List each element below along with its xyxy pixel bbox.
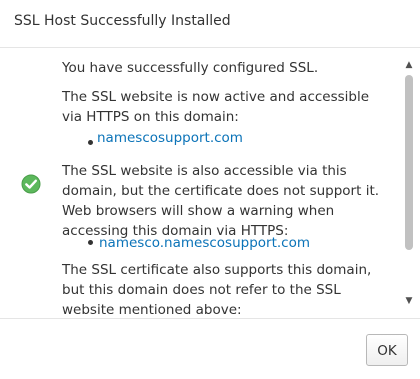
dialog-header: SSL Host Successfully Installed xyxy=(0,0,420,48)
intro-text: You have successfully configured SSL. xyxy=(62,60,319,76)
ssl-success-dialog: SSL Host Successfully Installed You have… xyxy=(0,0,420,379)
scrollbar-thumb[interactable] xyxy=(405,75,413,250)
certificate-supports-text: The SSL certificate also supports this d… xyxy=(62,262,372,318)
primary-domain-link[interactable]: namescosupport.com xyxy=(97,128,243,148)
bullet-dot xyxy=(88,240,93,245)
ok-button[interactable]: OK xyxy=(366,334,408,366)
dialog-body: You have successfully configured SSL. Th… xyxy=(0,48,420,318)
dialog-footer: OK xyxy=(0,318,420,379)
also-accessible-text: The SSL website is also accessible via t… xyxy=(62,163,380,239)
secondary-domain-link[interactable]: namesco.namescosupport.com xyxy=(99,233,310,253)
dialog-title: SSL Host Successfully Installed xyxy=(14,13,231,29)
vertical-scrollbar[interactable]: ▲ ▼ xyxy=(402,57,416,309)
active-text: The SSL website is now active and access… xyxy=(62,89,370,125)
scroll-down-icon[interactable]: ▼ xyxy=(403,295,415,307)
scroll-up-icon[interactable]: ▲ xyxy=(403,59,415,71)
check-circle-icon xyxy=(21,174,41,194)
bullet-dot xyxy=(88,140,93,145)
